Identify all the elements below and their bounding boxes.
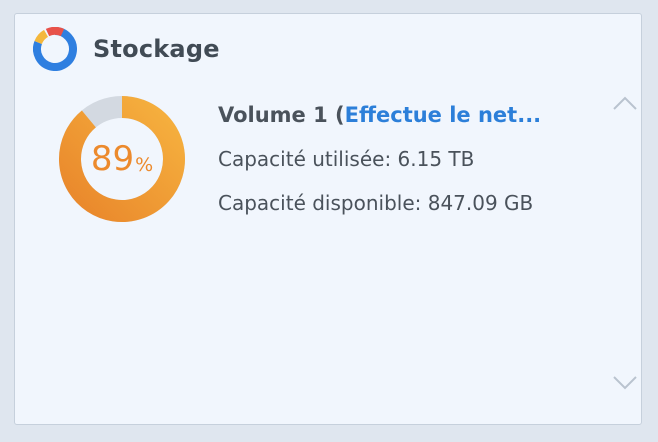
usage-donut-chart: 89 % — [57, 94, 187, 224]
widget-header: Stockage — [33, 26, 220, 72]
widget-title: Stockage — [93, 35, 220, 63]
storage-donut-icon — [33, 27, 77, 71]
usage-percent-label: 89 % — [57, 94, 187, 224]
chevron-up-icon[interactable] — [611, 94, 639, 112]
volume-name: Volume 1 ( — [218, 103, 345, 127]
usage-percent-value: 89 — [90, 139, 135, 179]
available-capacity: Capacité disponible: 847.09 GB — [218, 191, 534, 215]
usage-percent-sign: % — [135, 154, 154, 176]
volume-title: Volume 1 (Effectue le net... — [218, 98, 596, 132]
volume-info: Volume 1 (Effectue le net... Capacité ut… — [218, 98, 596, 220]
used-capacity: Capacité utilisée: 6.15 TB — [218, 147, 475, 171]
chevron-down-icon[interactable] — [611, 374, 639, 392]
storage-widget: Stockage 89 % Volume 1 (Effectue le net.… — [14, 13, 642, 425]
volume-status-link[interactable]: Effectue le net... — [345, 103, 542, 127]
